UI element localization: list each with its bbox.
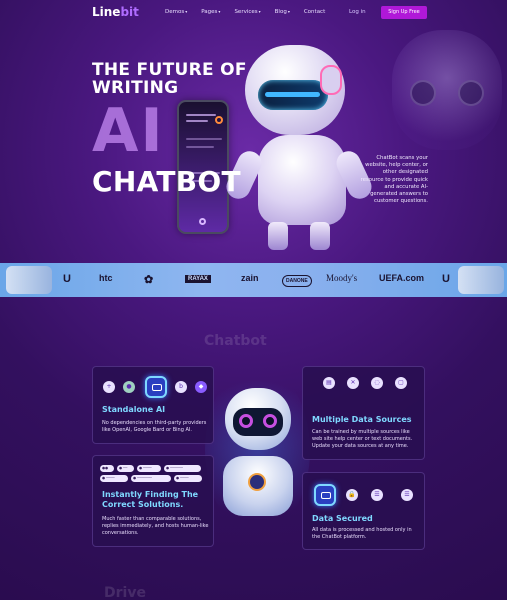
strip-robot-image <box>6 266 52 294</box>
chat-chip: ● ──── <box>174 475 202 482</box>
brand-logo-uefa: UEFA.com <box>379 273 425 283</box>
chevron-down-icon: ▾ <box>218 9 221 14</box>
logo[interactable]: Linebit <box>92 5 139 19</box>
file-icon: ▢ <box>395 377 407 389</box>
openai-icon: ● <box>123 381 135 393</box>
hero-line-3: CHATBOT <box>92 165 241 198</box>
feature-text: Much faster than comparable solutions, r… <box>102 516 209 536</box>
feature-title: Standalone AI <box>102 405 166 414</box>
brand-logo-htc: htc <box>99 273 113 283</box>
feature-title: Instantly Finding The Correct Solutions. <box>102 490 199 509</box>
menu-label: Pages <box>201 9 218 15</box>
center-robot-image <box>215 378 300 528</box>
chevron-down-icon: ▾ <box>287 9 290 14</box>
phone-line <box>186 146 214 148</box>
chat-chip: ● ────── <box>164 465 201 472</box>
robot-eyes <box>265 92 320 97</box>
chat-icon <box>145 376 167 398</box>
phone-line <box>186 120 208 122</box>
login-link[interactable]: Log in <box>349 9 366 15</box>
feature-card-standalone: + ● b ◆ Standalone AI No dependencies on… <box>92 366 214 444</box>
chevron-down-icon: ▾ <box>185 9 188 14</box>
ghost-eye <box>410 80 436 106</box>
menu-contact[interactable]: Contact <box>304 9 325 15</box>
feature-card-multiple: ▤ ✕ ◌ ▢ Multiple Data Sources Can be tra… <box>302 366 425 460</box>
feature-title: Data Secured <box>312 514 373 523</box>
brand-logo-moodys: Moody's <box>326 273 358 283</box>
bard-icon: ◆ <box>195 381 207 393</box>
chat-icon <box>314 484 336 506</box>
plus-icon: + <box>103 381 115 393</box>
phone-line <box>186 114 216 116</box>
bottom-watermark: Drive <box>104 585 146 600</box>
chat-chip: ●● <box>100 465 114 472</box>
feature-card-instant: ●● ● ── ● ──── ● ────── ● ──── ● ───────… <box>92 455 214 547</box>
unilever-logo: U <box>63 273 71 285</box>
chevron-down-icon: ▾ <box>258 9 261 14</box>
bing-icon: b <box>175 381 187 393</box>
menu-demos[interactable]: Demos▾ <box>165 9 187 15</box>
brand-logo-danone: DANONE <box>282 275 312 287</box>
emblem-logo: ✿ <box>144 274 154 286</box>
logo-accent: bit <box>120 5 139 19</box>
main-menu: Demos▾ Pages▾ Services▾ Blog▾ Contact <box>165 9 325 15</box>
document-icon: ▤ <box>323 377 335 389</box>
strip-robot-image <box>458 266 504 294</box>
hero-line-1: THE FUTURE OF <box>92 60 247 80</box>
link-icon: ✕ <box>347 377 359 389</box>
menu-label: Blog <box>274 9 287 15</box>
menu-blog[interactable]: Blog▾ <box>275 9 290 15</box>
feature-text: All data is processed and hosted only in… <box>312 527 412 540</box>
robot-leg <box>310 222 330 250</box>
logo-main: Line <box>92 5 121 19</box>
phone-button <box>199 218 206 225</box>
menu-pages[interactable]: Pages▾ <box>201 9 220 15</box>
menu-services[interactable]: Services▾ <box>234 9 260 15</box>
robot-leg <box>268 222 288 250</box>
brand-logo-rayax: RAYAX <box>185 275 211 283</box>
robot-eye <box>263 414 277 428</box>
ghost-eye <box>458 80 484 106</box>
lock-icon: 🔒 <box>346 489 358 501</box>
database-icon: ☰ <box>401 489 413 501</box>
feature-title: Multiple Data Sources <box>312 415 412 424</box>
section-watermark: Chatbot <box>204 333 267 349</box>
landing-page: Linebit Demos▾ Pages▾ Services▾ Blog▾ Co… <box>0 0 507 600</box>
menu-label: Demos <box>165 9 185 15</box>
hero-big-ai: AI <box>92 96 165 166</box>
robot-eye <box>239 414 253 428</box>
top-nav: Linebit Demos▾ Pages▾ Services▾ Blog▾ Co… <box>0 0 507 26</box>
hero-line-2: WRITING <box>92 78 179 98</box>
feature-card-secured: 🔒 ☰ ☰ Data Secured All data is processed… <box>302 472 425 550</box>
robot-core <box>248 473 266 491</box>
chat-chip: ● ── <box>117 465 134 472</box>
menu-label: Services <box>234 9 258 15</box>
ghost-robot-image <box>392 30 502 150</box>
robot-body <box>258 135 346 225</box>
phone-ring <box>215 116 223 124</box>
robot-ear <box>320 65 342 95</box>
chat-bubble-icon: ◌ <box>371 377 383 389</box>
feature-text: Can be trained by multiple sources like … <box>312 429 413 449</box>
chat-chip: ● ─────── <box>131 475 171 482</box>
phone-line <box>186 138 222 140</box>
unilever-logo: U <box>442 273 450 285</box>
feature-text: No dependencies on third-party providers… <box>102 420 207 433</box>
database-icon: ☰ <box>371 489 383 501</box>
hero-description: ChatBot scans your website, help center,… <box>360 155 428 205</box>
chat-chip: ● ──── <box>137 465 161 472</box>
brand-logo-zain: zain <box>241 273 259 283</box>
chat-chip: ● ──── <box>100 475 128 482</box>
signup-button[interactable]: Sign Up Free <box>381 6 427 19</box>
